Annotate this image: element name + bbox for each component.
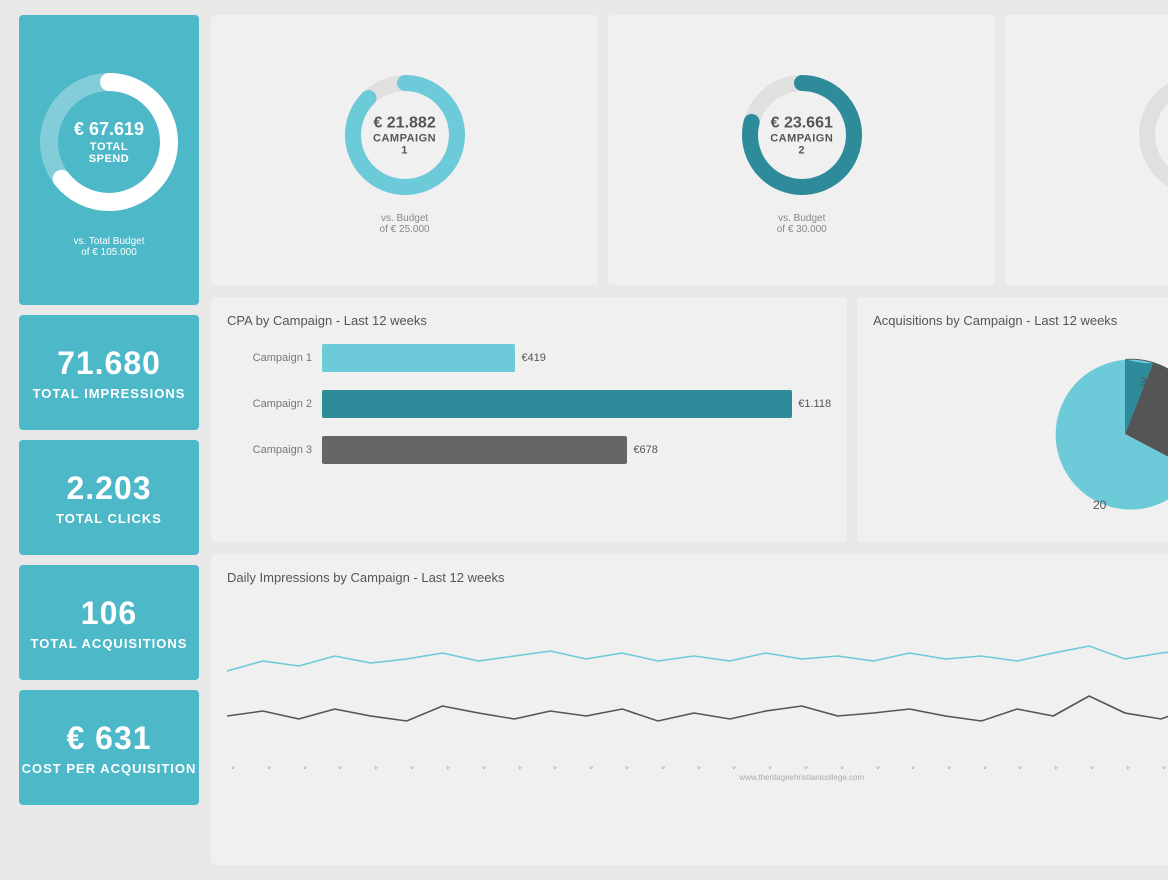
bar-track-3: €678 (322, 436, 831, 464)
daily-impressions-panel: Daily Impressions by Campaign - Last 12 … (211, 554, 1168, 865)
campaign-1-card: € 21.882 CAMPAIGN 1 vs. Budget of € 25.0… (211, 15, 598, 285)
pie-area: 32 54 20 (873, 344, 1168, 524)
campaign-3-name: CAMPAIGN 3 (1164, 133, 1168, 157)
cpa-bar-chart: Campaign 1 €419 Campaign 2 €1.118 (227, 344, 831, 464)
dashboard: € 67.619 TOTAL SPEND vs. Total Budget of… (19, 15, 1149, 865)
acquisitions-label: TOTAL ACQUISITIONS (31, 636, 188, 651)
acquisitions-number: 106 (81, 595, 137, 632)
bar-track-1: €419 (322, 344, 831, 372)
line-chart-area: 2016-01-27 2016-01-23 2016-01-29 2016-01… (227, 601, 1168, 771)
bar-label-3: Campaign 3 (237, 444, 312, 456)
total-spend-amount: € 67.619 (69, 119, 149, 141)
bar-fill-1 (322, 344, 515, 372)
acquisitions-chart-panel: Acquisitions by Campaign - Last 12 weeks (857, 297, 1168, 542)
pie-chart-svg: 32 54 20 (1025, 334, 1168, 534)
impressions-label: TOTAL IMPRESSIONS (33, 386, 186, 401)
campaign-2-amount: € 23.661 (767, 113, 837, 132)
pie-label-32: 32 (1140, 375, 1154, 389)
clicks-number: 2.203 (66, 470, 151, 507)
impressions-number: 71.680 (57, 345, 161, 382)
campaign-2-name: CAMPAIGN 2 (767, 133, 837, 157)
campaign-3-label: € 22.076 CAMPAIGN 3 (1164, 113, 1168, 156)
campaign-3-amount: € 22.076 (1164, 113, 1168, 132)
campaign-2-vs: vs. Budget of € 30.000 (777, 213, 827, 235)
daily-impressions-title: Daily Impressions by Campaign - Last 12 … (227, 570, 1168, 585)
x-axis-labels: 2016-01-27 2016-01-23 2016-01-29 2016-01… (227, 766, 1168, 796)
clicks-label: TOTAL CLICKS (56, 511, 162, 526)
campaign-2-donut: € 23.661 CAMPAIGN 2 (732, 65, 872, 205)
total-spend-donut: € 67.619 TOTAL SPEND (29, 62, 189, 222)
campaign-3-card: € 22.076 CAMPAIGN 3 vs. Budget of € 50.0… (1005, 15, 1168, 285)
bar-row-2: Campaign 2 €1.118 (237, 390, 831, 418)
impressions-block: 71.680 TOTAL IMPRESSIONS (19, 315, 199, 430)
cpa-block: € 631 COST PER ACQUISITION (19, 690, 199, 805)
campaign-2-label: € 23.661 CAMPAIGN 2 (767, 113, 837, 156)
bar-label-1: Campaign 1 (237, 352, 312, 364)
clicks-block: 2.203 TOTAL CLICKS (19, 440, 199, 555)
bar-fill-2 (322, 390, 792, 418)
bar-track-2: €1.118 (322, 390, 831, 418)
campaign-1-amount: € 21.882 (370, 113, 440, 132)
acq-chart-title: Acquisitions by Campaign - Last 12 weeks (873, 313, 1168, 328)
bar-value-3: €678 (633, 444, 657, 456)
campaign-1-label: € 21.882 CAMPAIGN 1 (370, 113, 440, 156)
x-label: 2016-03-29 (1124, 766, 1168, 787)
total-spend-title: TOTAL SPEND (69, 141, 149, 165)
campaign-row: € 21.882 CAMPAIGN 1 vs. Budget of € 25.0… (211, 15, 1168, 285)
cpa-number: € 631 (66, 720, 151, 757)
cpa-chart-panel: CPA by Campaign - Last 12 weeks Campaign… (211, 297, 847, 542)
bar-row-3: Campaign 3 €678 (237, 436, 831, 464)
line-campaign1 (227, 643, 1168, 671)
campaign-1-name: CAMPAIGN 1 (370, 133, 440, 157)
campaign-2-card: € 23.661 CAMPAIGN 2 vs. Budget of € 30.0… (608, 15, 995, 285)
campaign-3-donut: € 22.076 CAMPAIGN 3 (1129, 65, 1168, 205)
line-campaign2 (227, 696, 1168, 721)
acquisitions-block: 106 TOTAL ACQUISITIONS (19, 565, 199, 680)
sidebar: € 67.619 TOTAL SPEND vs. Total Budget of… (19, 15, 199, 865)
middle-row: CPA by Campaign - Last 12 weeks Campaign… (211, 297, 1168, 542)
campaign-1-vs: vs. Budget of € 25.000 (380, 213, 430, 235)
main-content: € 21.882 CAMPAIGN 1 vs. Budget of € 25.0… (211, 15, 1168, 865)
total-spend-label: € 67.619 TOTAL SPEND (69, 119, 149, 165)
bar-value-1: €419 (521, 352, 545, 364)
line-chart-svg (227, 601, 1168, 761)
bar-row-1: Campaign 1 €419 (237, 344, 831, 372)
bar-value-2: €1.118 (798, 398, 831, 410)
cpa-chart-title: CPA by Campaign - Last 12 weeks (227, 313, 831, 328)
total-spend-card: € 67.619 TOTAL SPEND vs. Total Budget of… (19, 15, 199, 305)
campaign-1-donut: € 21.882 CAMPAIGN 1 (335, 65, 475, 205)
bar-fill-3 (322, 436, 627, 464)
bar-label-2: Campaign 2 (237, 398, 312, 410)
total-spend-vs: vs. Total Budget of € 105.000 (74, 236, 145, 258)
cpa-label: COST PER ACQUISITION (22, 761, 197, 776)
pie-label-20: 20 (1093, 498, 1107, 512)
